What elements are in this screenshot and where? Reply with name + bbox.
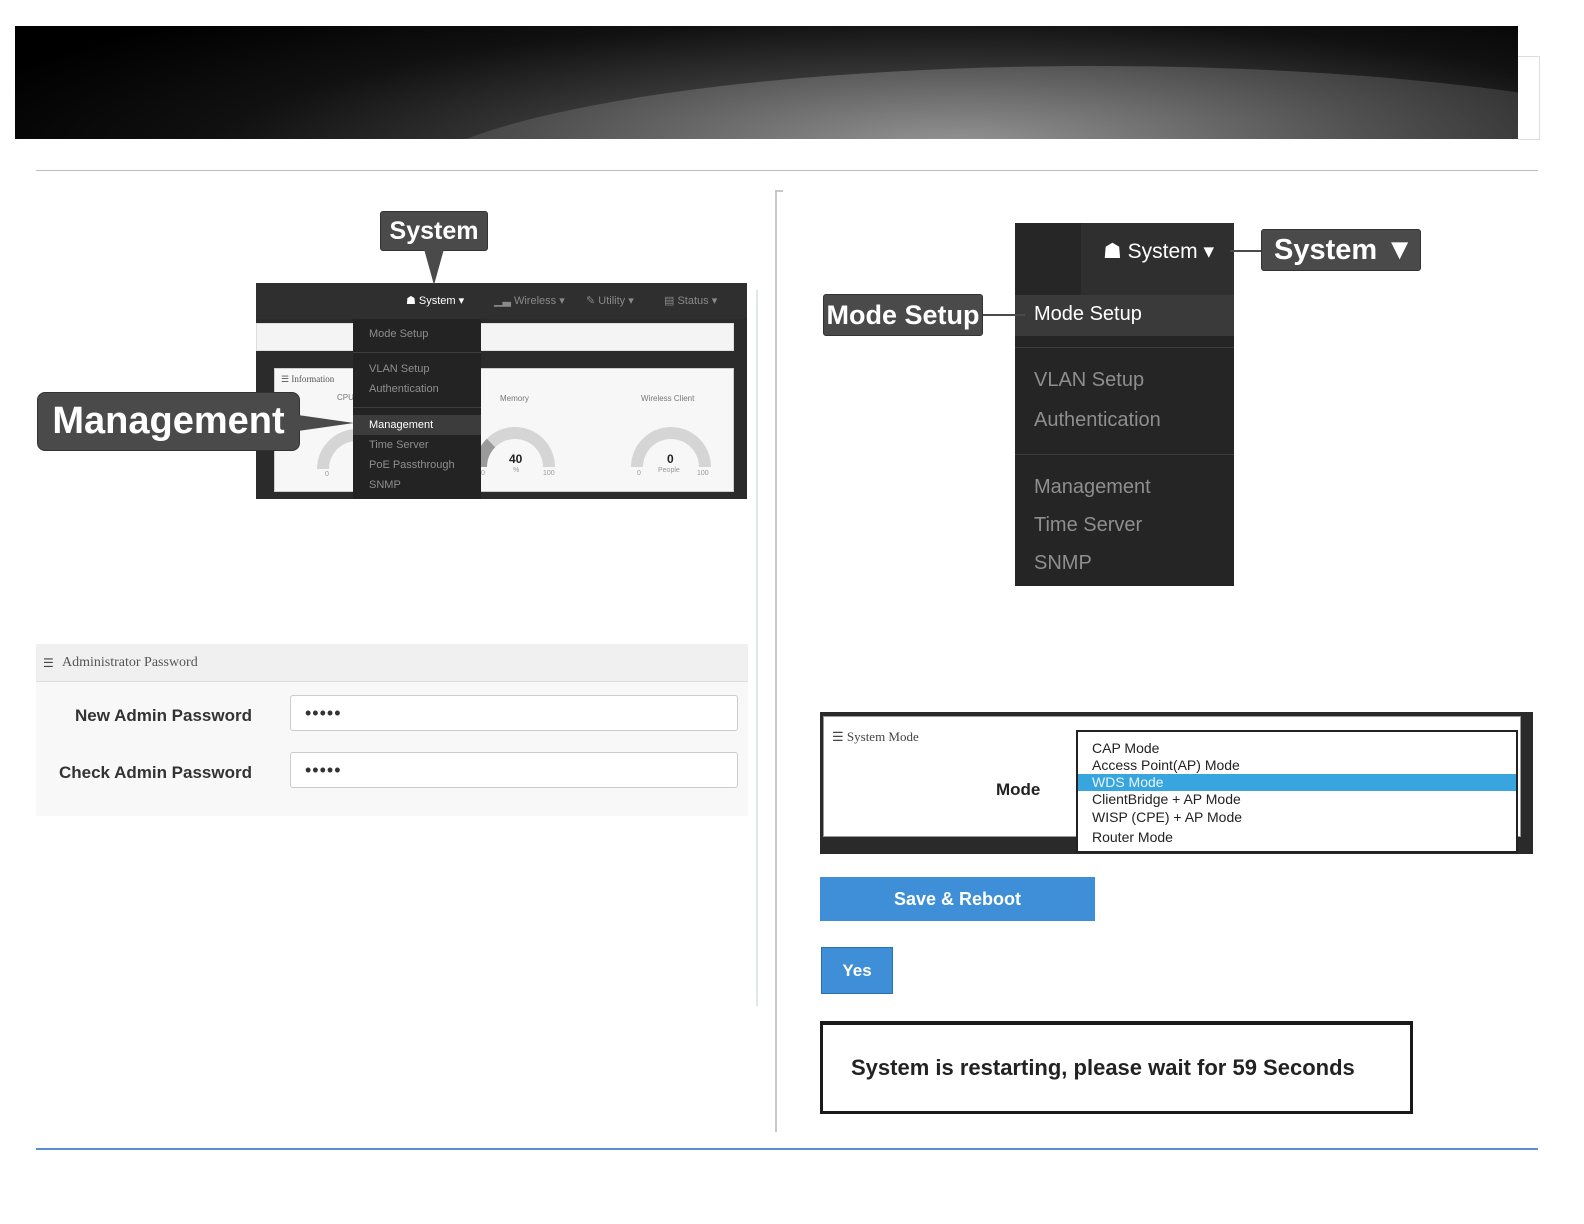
- gauge-client-min: 0: [637, 470, 641, 477]
- header-corner: [1518, 56, 1540, 140]
- callout-system-pointer: [424, 249, 444, 285]
- gauge-memory-max: 100: [543, 470, 555, 477]
- nav-system[interactable]: ☗ System ▾: [406, 294, 464, 307]
- menu-item-vlan-setup[interactable]: VLAN Setup: [1034, 369, 1144, 392]
- nav-status[interactable]: ▤ Status ▾: [664, 294, 717, 307]
- column-divider-tick: [775, 190, 783, 192]
- admin-password-title: Administrator Password: [62, 655, 198, 670]
- column-divider: [775, 190, 777, 1132]
- menu-item-vlan-setup[interactable]: VLAN Setup: [369, 363, 430, 375]
- callout-management-pointer: [298, 415, 354, 431]
- gauge-client-value: 0: [667, 452, 674, 466]
- callout-system-connector: [1230, 250, 1262, 252]
- mode-option-router[interactable]: Router Mode: [1092, 829, 1173, 845]
- bottom-divider: [36, 1148, 1538, 1150]
- menu-item-mode-setup[interactable]: Mode Setup: [369, 328, 428, 340]
- admin-password-panel: ☰ Administrator Password New Admin Passw…: [36, 644, 748, 816]
- screenshot-edge-line: [756, 290, 758, 1006]
- admin-password-header: ☰ Administrator Password: [36, 644, 748, 682]
- menu-separator: [353, 407, 481, 408]
- callout-system: System: [380, 211, 488, 251]
- mode-option-wisp[interactable]: WISP (CPE) + AP Mode: [1092, 809, 1242, 825]
- system-menu-zoom: ☗ System ▾ Mode Setup VLAN Setup Authent…: [1015, 223, 1234, 586]
- system-dropdown-menu: Mode Setup VLAN Setup Authentication Man…: [353, 319, 481, 499]
- restart-notice: System is restarting, please wait for 59…: [820, 1021, 1413, 1114]
- menu-item-poe-passthrough[interactable]: PoE Passthrough: [369, 459, 455, 471]
- mode-label: Mode: [996, 780, 1041, 799]
- menu-separator: [1015, 347, 1234, 348]
- menu-item-snmp[interactable]: SNMP: [369, 479, 401, 491]
- gauge-memory-min: 0: [481, 470, 485, 477]
- dashboard-bar: [256, 323, 734, 351]
- callout-mode-connector: [981, 314, 1025, 316]
- check-password-label: Check Admin Password: [58, 763, 252, 782]
- mode-option-clientbridge[interactable]: ClientBridge + AP Mode: [1092, 791, 1241, 807]
- menu-item-management[interactable]: Management: [369, 419, 433, 431]
- new-password-input[interactable]: •••••: [290, 695, 738, 731]
- gauge-client-max: 100: [697, 470, 709, 477]
- callout-system-dropdown: System ▼: [1261, 229, 1421, 271]
- menu-separator: [1015, 454, 1234, 455]
- menu-item-snmp[interactable]: SNMP: [1034, 552, 1092, 575]
- callout-mode-setup: Mode Setup: [823, 294, 983, 336]
- gauge-client-unit: People: [658, 467, 680, 474]
- menu-item-time-server[interactable]: Time Server: [1034, 514, 1142, 537]
- yes-button[interactable]: Yes: [821, 947, 893, 994]
- save-reboot-button[interactable]: Save & Reboot: [820, 877, 1095, 921]
- top-divider: [36, 170, 1538, 171]
- mode-option-cap[interactable]: CAP Mode: [1092, 740, 1159, 756]
- new-password-label: New Admin Password: [75, 706, 252, 725]
- system-menu-header-left: [1015, 223, 1081, 295]
- gauge-memory-value: 40: [509, 452, 523, 466]
- menu-separator: [353, 352, 481, 353]
- dashboard-navbar: ☗ System ▾ ▁▃ Wireless ▾ ✎ Utility ▾ ▤ S…: [256, 283, 747, 319]
- gauge-client-label: Wireless Client: [641, 394, 695, 403]
- dashboard-screenshot: ☗ System ▾ ▁▃ Wireless ▾ ✎ Utility ▾ ▤ S…: [256, 283, 747, 499]
- nav-wireless[interactable]: ▁▃ Wireless ▾: [494, 294, 565, 307]
- menu-item-mode-setup[interactable]: Mode Setup: [1034, 303, 1142, 326]
- mode-option-wds[interactable]: WDS Mode: [1092, 774, 1164, 790]
- gauge-memory-unit: %: [513, 467, 520, 474]
- header-swoosh: [15, 26, 1518, 139]
- check-password-input[interactable]: •••••: [290, 752, 738, 788]
- gauge-cpu-min: 0: [325, 471, 329, 478]
- information-title: ☰ Information: [281, 374, 335, 384]
- mode-select-list[interactable]: CAP Mode Access Point(AP) Mode WDS Mode …: [1076, 730, 1518, 853]
- nav-utility[interactable]: ✎ Utility ▾: [586, 294, 634, 307]
- callout-management: Management: [37, 392, 300, 451]
- menu-item-management[interactable]: Management: [1034, 476, 1151, 499]
- gauge-memory-label: Memory: [500, 394, 529, 403]
- system-menu-toggle[interactable]: ☗ System ▾: [1103, 239, 1214, 264]
- menu-item-authentication[interactable]: Authentication: [369, 383, 439, 395]
- mode-option-ap[interactable]: Access Point(AP) Mode: [1092, 757, 1240, 773]
- list-icon: ☰: [43, 656, 54, 670]
- system-mode-title: ☰ System Mode: [832, 729, 919, 744]
- menu-item-time-server[interactable]: Time Server: [369, 439, 429, 451]
- menu-item-authentication[interactable]: Authentication: [1034, 409, 1161, 432]
- gauge-cpu-label: CPU: [337, 393, 354, 402]
